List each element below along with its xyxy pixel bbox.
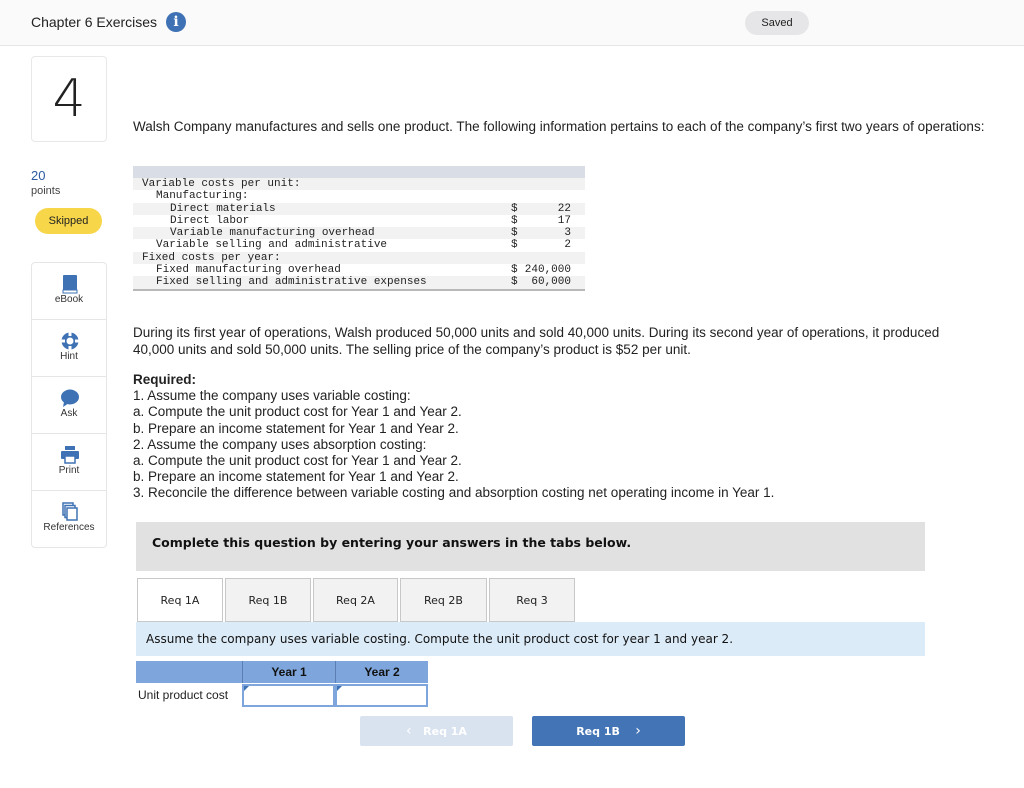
tab-req-3[interactable]: Req 3 — [489, 578, 575, 622]
required-title: Required: — [133, 372, 197, 387]
saved-status-badge: Saved — [745, 11, 809, 35]
cost-table-row: Variable selling and administrative $2 — [133, 239, 585, 251]
cost-item-value: 3 — [564, 227, 571, 240]
next-req-label: Req 1B — [576, 725, 620, 738]
ask-button[interactable]: Ask — [32, 377, 106, 434]
cost-item-value: 17 — [557, 214, 571, 227]
hint-label: Hint — [60, 351, 78, 362]
currency-symbol: $ — [511, 276, 518, 289]
currency-symbol: $ — [511, 214, 518, 227]
documents-icon — [62, 502, 78, 521]
references-button[interactable]: References — [32, 491, 106, 547]
speech-bubble-icon — [61, 389, 79, 407]
year-1-cell — [242, 684, 335, 707]
top-bar: Chapter 6 Exercises i Saved — [0, 0, 1024, 46]
points-label: points — [31, 185, 61, 197]
year-2-unit-product-cost-input[interactable] — [337, 686, 426, 705]
cost-item-value: 22 — [557, 202, 571, 215]
previous-req-label: Req 1A — [423, 725, 467, 738]
cost-table-row: Fixed selling and administrative expense… — [133, 276, 585, 289]
column-header-year-2: Year 2 — [335, 661, 428, 683]
required-item: 2. Assume the company uses absorption co… — [133, 436, 427, 452]
cost-item-label: Manufacturing: — [156, 190, 249, 203]
assignment-title: Chapter 6 Exercises — [31, 14, 158, 30]
prompt-text: Assume the company uses variable costing… — [146, 632, 734, 646]
ebook-button[interactable]: eBook — [32, 263, 106, 320]
printer-icon — [61, 446, 79, 464]
currency-symbol: $ — [511, 239, 518, 252]
question-prompt: Assume the company uses variable costing… — [136, 622, 925, 656]
required-item: b. Prepare an income statement for Year … — [133, 469, 459, 485]
required-item: b. Prepare an income statement for Year … — [133, 420, 459, 436]
cost-item-value: 240,000 — [524, 264, 571, 277]
year-1-unit-product-cost-input[interactable] — [244, 686, 333, 705]
cost-item-label: Variable selling and administrative — [156, 239, 388, 252]
cost-item-label: Fixed manufacturing overhead — [156, 264, 341, 277]
question-number: 4 — [31, 56, 107, 142]
cost-item-label: Direct labor — [170, 214, 250, 227]
next-req-button[interactable]: Req 1B › — [532, 716, 685, 746]
ask-label: Ask — [60, 408, 78, 419]
required-item: a. Compute the unit product cost for Yea… — [133, 404, 462, 420]
lifebuoy-icon — [61, 332, 79, 350]
references-label: References — [43, 522, 95, 533]
instruction-text: Complete this question by entering your … — [152, 535, 632, 550]
info-icon[interactable]: i — [166, 12, 186, 32]
cost-item-value: 2 — [564, 239, 571, 252]
production-info-text: During its first year of operations, Wal… — [133, 325, 940, 357]
cost-table-row: Variable manufacturing overhead $3 — [133, 227, 585, 240]
currency-symbol: $ — [511, 202, 518, 215]
cost-item-label: Variable costs per unit: — [142, 178, 301, 190]
cost-table-row: Direct materials $22 — [133, 202, 585, 215]
cost-table-row: Direct labor $17 — [133, 215, 585, 227]
book-icon — [62, 275, 78, 294]
instruction-box: Complete this question by entering your … — [136, 522, 925, 571]
required-item: 3. Reconcile the difference between vari… — [133, 485, 775, 501]
intro-text: Walsh Company manufactures and sells one… — [133, 119, 985, 134]
column-header-year-1: Year 1 — [242, 661, 335, 683]
tab-req-1b[interactable]: Req 1B — [225, 578, 311, 622]
print-button[interactable]: Print — [32, 434, 106, 491]
chevron-left-icon: ‹ — [406, 723, 412, 739]
tab-req-1a[interactable]: Req 1A — [137, 578, 223, 622]
cost-item-label: Variable manufacturing overhead — [170, 227, 375, 240]
cost-table-row: Fixed manufacturing overhead $240,000 — [133, 264, 585, 276]
tab-req-2a[interactable]: Req 2A — [313, 578, 398, 622]
cost-item-label: Fixed selling and administrative expense… — [156, 276, 427, 289]
requirement-tabs: Req 1A Req 1B Req 2A Req 2B Req 3 — [137, 578, 577, 622]
row-label-unit-product-cost: Unit product cost — [138, 688, 229, 702]
points-value: 20 — [31, 168, 46, 183]
cost-item-label: Direct materials — [170, 202, 276, 215]
required-item: 1. Assume the company uses variable cost… — [133, 388, 411, 404]
currency-symbol: $ — [511, 264, 518, 277]
cost-table-row: Manufacturing: — [133, 190, 585, 202]
tools-panel: eBook Hint Ask Print References — [31, 262, 107, 548]
required-item: a. Compute the unit product cost for Yea… — [133, 453, 462, 469]
hint-button[interactable]: Hint — [32, 320, 106, 377]
skipped-badge: Skipped — [35, 208, 102, 234]
cost-data-table: Variable costs per unit: Manufacturing: Di… — [133, 166, 585, 291]
cost-item-label: Fixed costs per year: — [142, 251, 281, 264]
cost-item-value: 60,000 — [524, 276, 571, 289]
print-label: Print — [58, 465, 80, 476]
previous-req-button[interactable]: ‹ Req 1A — [360, 716, 513, 746]
chevron-right-icon: › — [635, 723, 641, 739]
currency-symbol: $ — [511, 227, 518, 240]
year-2-cell — [335, 684, 428, 707]
answer-table-corner — [136, 661, 242, 683]
cost-table-header — [133, 166, 585, 178]
ebook-label: eBook — [54, 294, 84, 305]
tab-req-2b[interactable]: Req 2B — [400, 578, 487, 622]
cost-table-row: Variable costs per unit: — [133, 178, 585, 191]
required-section: Required: 1. Assume the company uses var… — [133, 372, 973, 502]
cost-table-row: Fixed costs per year: — [133, 251, 585, 265]
